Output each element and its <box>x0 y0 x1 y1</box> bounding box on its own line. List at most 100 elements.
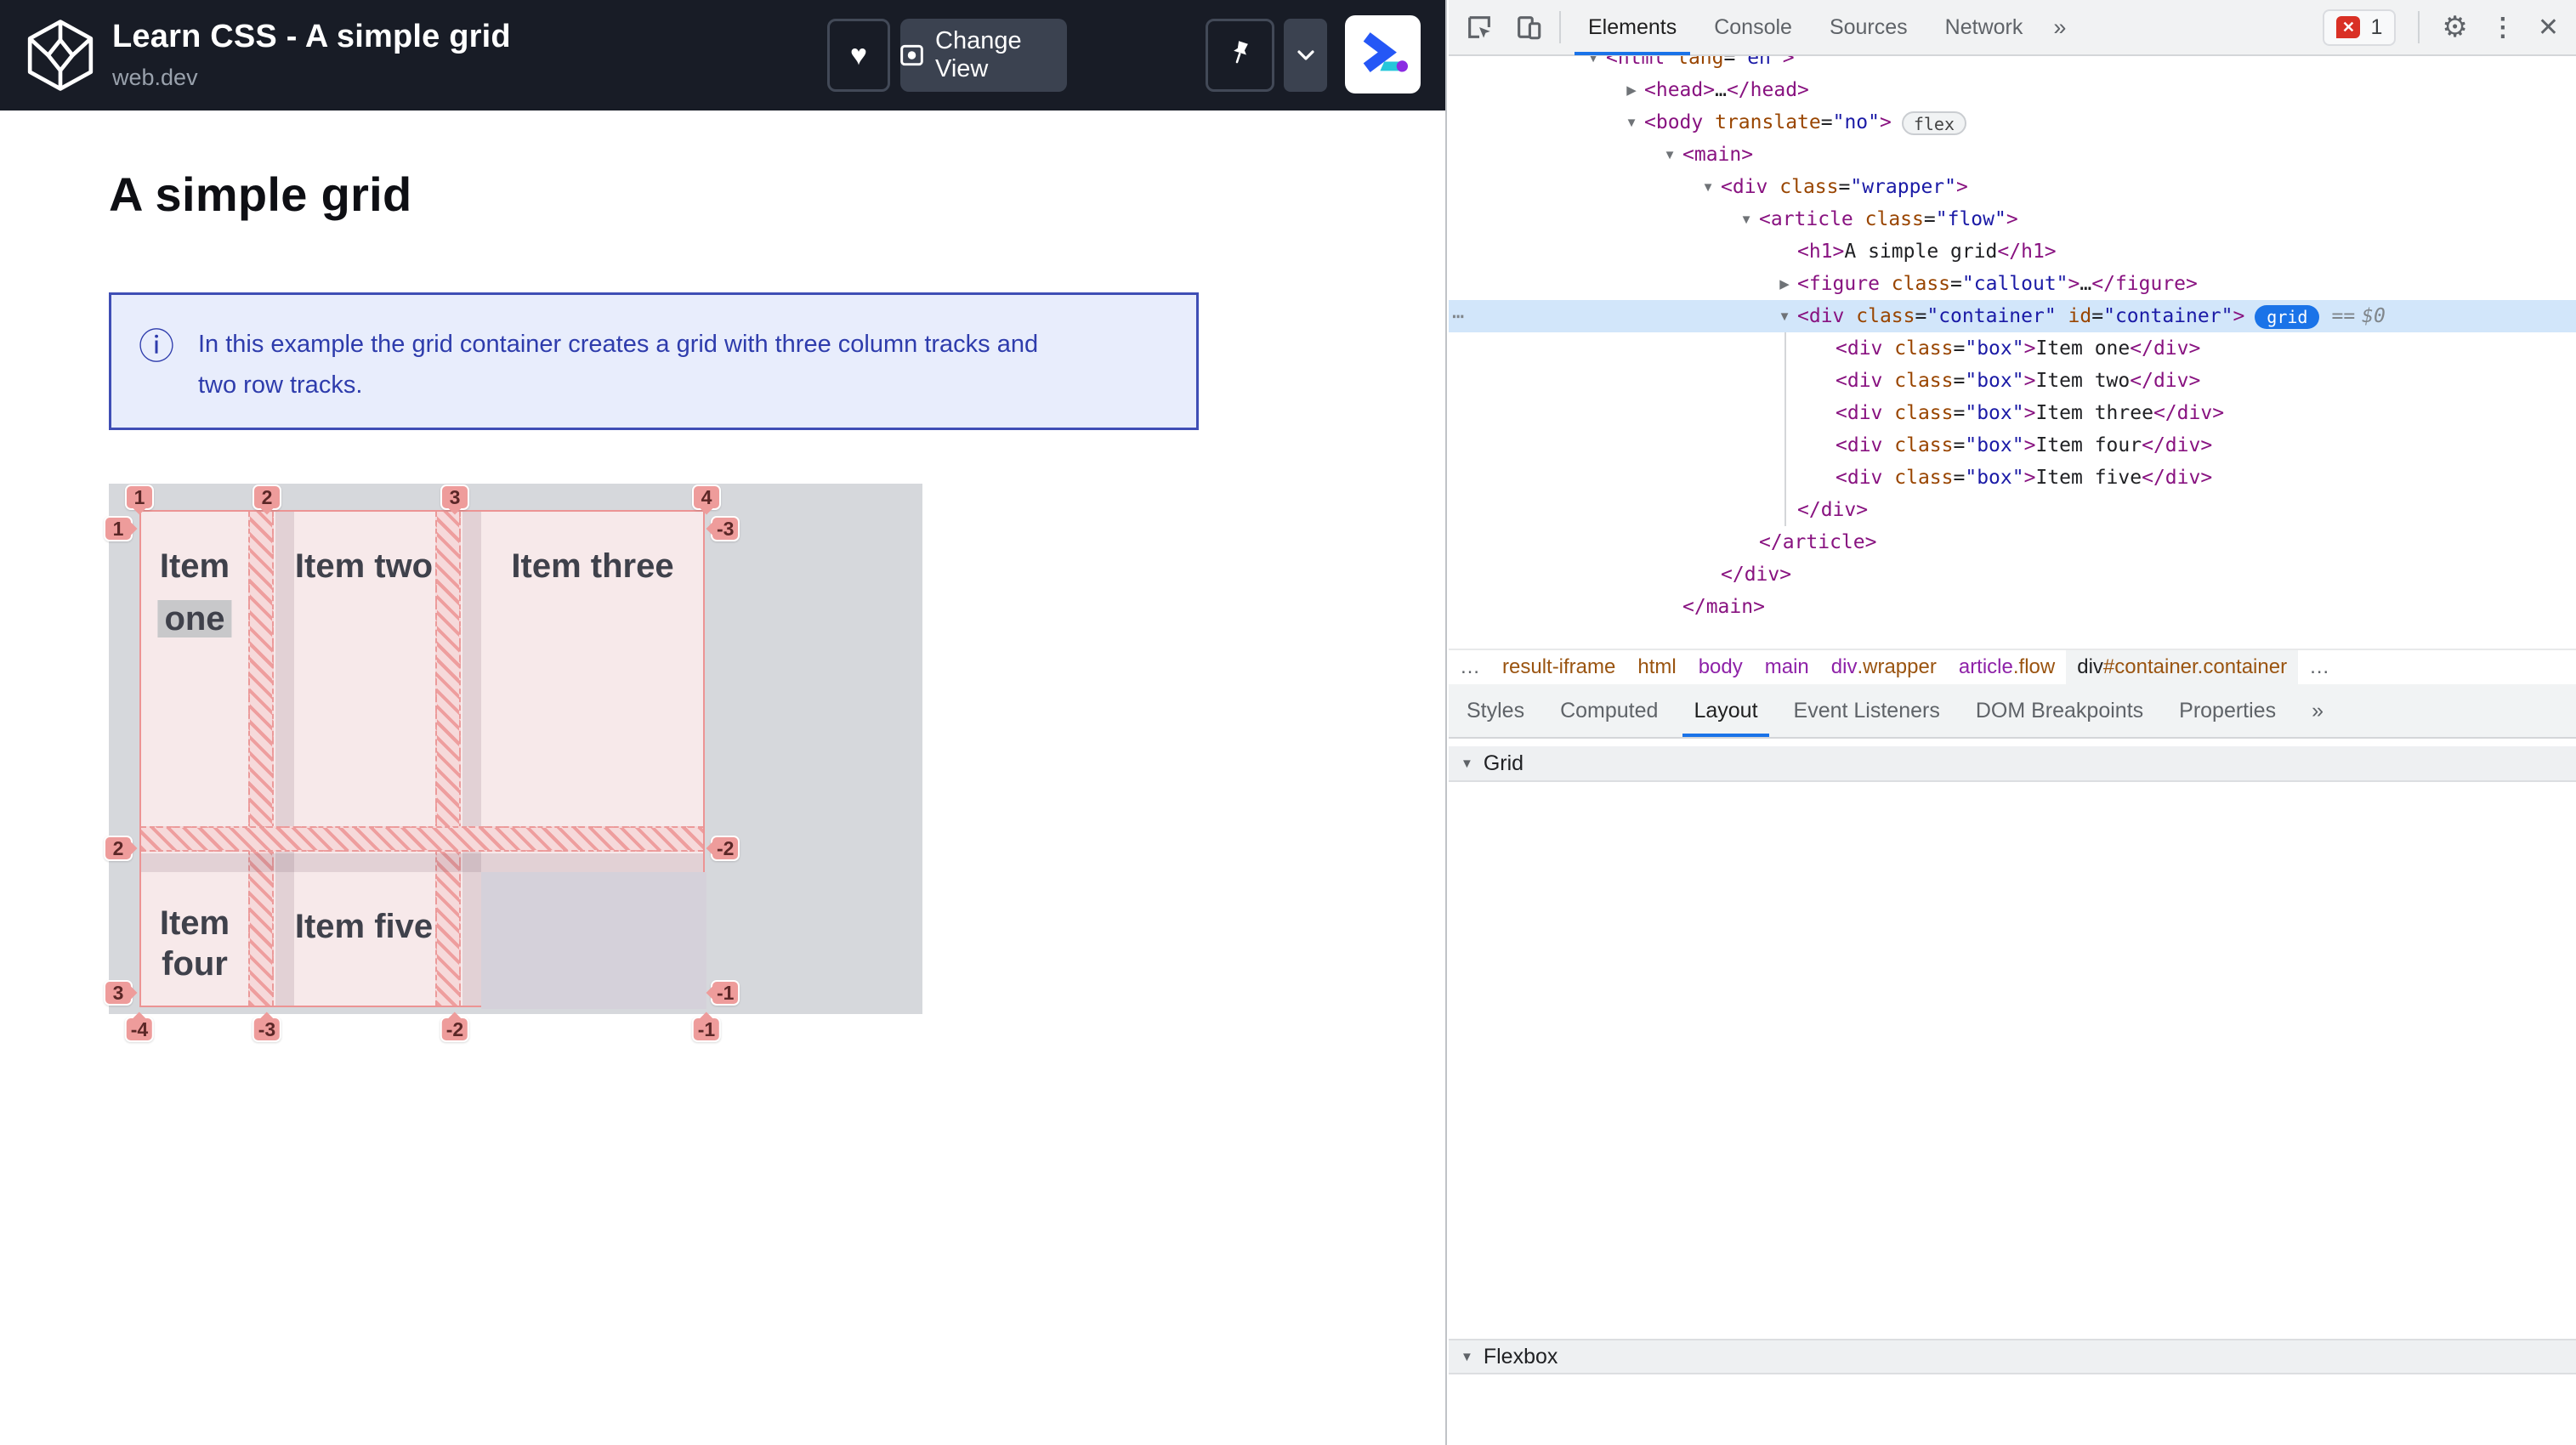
breadcrumb-overflow-icon[interactable]: … <box>1449 650 1491 684</box>
sidebar-more-tabs-icon[interactable]: » <box>2294 684 2341 737</box>
sandbox-logo-button[interactable] <box>1345 15 1421 94</box>
grid-line-badge-right: -1 <box>706 980 740 1006</box>
expand-arrow-open-icon[interactable]: ▼ <box>1619 107 1644 139</box>
dom-tree-row[interactable]: </main> <box>1449 591 2576 623</box>
grid-line-badge-bottom: -1 <box>691 1012 722 1042</box>
result-iframe-area: Item one Item two Item three Item four I… <box>104 484 922 1042</box>
error-icon: ✕ <box>2336 16 2361 38</box>
change-view-button[interactable]: Change View <box>900 19 1067 92</box>
expand-arrow-closed-icon[interactable]: ▶ <box>1619 75 1644 107</box>
grid-line-badge-right: -2 <box>706 836 740 861</box>
equals-sign: == <box>2331 305 2356 327</box>
column-gap-hatch <box>248 512 274 1006</box>
console-error-badge[interactable]: ✕ 1 <box>2323 8 2397 46</box>
device-toolbar-icon[interactable] <box>1512 10 1546 44</box>
grid-line-badge-bottom: -3 <box>252 1012 282 1042</box>
grid-badge[interactable]: grid <box>2255 304 2320 329</box>
expand-arrow-open-icon[interactable]: ▼ <box>1733 204 1759 236</box>
pin-button[interactable] <box>1206 19 1274 92</box>
dom-tree-row[interactable]: <div class="box">Item four</div> <box>1449 429 2576 462</box>
breadcrumb-item[interactable]: body <box>1688 650 1754 684</box>
grid-item-one-line1: Item <box>159 547 230 585</box>
sidebar-tab-layout[interactable]: Layout <box>1676 684 1775 737</box>
flex-badge[interactable]: flex <box>1901 110 1967 135</box>
webdev-learn-css-logo <box>27 20 94 91</box>
grid-line-badge-top: 4 <box>692 484 721 515</box>
change-view-label: Change View <box>935 27 1022 82</box>
dom-tree-row[interactable]: ▼ <body translate="no"> flex <box>1449 106 2576 139</box>
elements-sidebar-tabs: Styles Computed Layout Event Listeners DOM B… <box>1449 684 2576 739</box>
breadcrumb-item[interactable]: html <box>1626 650 1687 684</box>
expand-arrow-closed-icon[interactable]: ▶ <box>1772 269 1797 301</box>
devtools-toolbar: Elements Console Sources Network » ✕ 1 ⚙ ⋮ … <box>1449 0 2576 56</box>
breadcrumb-item[interactable]: main <box>1754 650 1820 684</box>
dom-tree-row[interactable]: ▼ <article class="flow"> <box>1449 203 2576 235</box>
dom-tree-row[interactable]: <h1>A simple grid</h1> <box>1449 235 2576 268</box>
breadcrumb-item[interactable]: div .wrapper <box>1820 650 1948 684</box>
pin-icon <box>1233 41 1248 64</box>
dom-tree-row[interactable]: ▶ <head>…</head> <box>1449 74 2576 106</box>
inspect-element-icon[interactable] <box>1462 10 1496 44</box>
column-gap-hatch <box>435 512 461 1006</box>
close-devtools-icon[interactable]: ✕ <box>2538 13 2559 42</box>
flexbox-section-header[interactable]: ▼ Flexbox <box>1449 1339 2576 1374</box>
tree-indent-guide <box>1784 332 1786 526</box>
expand-arrow-open-icon[interactable]: ▼ <box>1657 139 1682 172</box>
devtools-tab-sources[interactable]: Sources <box>1811 0 1926 55</box>
article-heading: A simple grid <box>109 167 412 221</box>
sidebar-tab-computed[interactable]: Computed <box>1542 684 1676 737</box>
dom-tree-row[interactable]: <div class="box">Item one</div> <box>1449 332 2576 365</box>
settings-gear-icon[interactable]: ⚙ <box>2442 10 2467 44</box>
dom-tree-row[interactable]: <div class="box">Item two</div> <box>1449 365 2576 397</box>
dom-tree-row[interactable]: </div> <box>1449 558 2576 591</box>
grid-section-header[interactable]: ▼ Grid <box>1449 746 2576 782</box>
grid-line-badge-top: 3 <box>440 484 469 515</box>
site-header: Learn CSS - A simple grid web.dev ♥ Chan… <box>0 0 1445 110</box>
breadcrumb-overflow-icon[interactable]: … <box>2298 650 2341 684</box>
grid-item-four-line1: Item <box>159 904 230 942</box>
dom-tree-row[interactable]: <div class="box">Item three</div> <box>1449 397 2576 429</box>
sidebar-tab-styles[interactable]: Styles <box>1449 684 1542 737</box>
devtools-tabs: Elements Console Sources Network <box>1569 0 2041 55</box>
chevron-down-icon: ▼ <box>1461 756 1473 771</box>
page-pane: Learn CSS - A simple grid web.dev ♥ Chan… <box>0 0 1445 1445</box>
dom-tree-row[interactable]: </div> <box>1449 494 2576 526</box>
devtools-tab-network[interactable]: Network <box>1926 0 2042 55</box>
devtools-tab-elements[interactable]: Elements <box>1569 0 1695 55</box>
callout-text-line1: In this example the grid container creat… <box>198 331 1039 358</box>
elements-dom-tree: ▼ <html lang="en"> ▶ <head>…</head> ▼ <body t… <box>1449 0 2576 647</box>
dom-tree-row[interactable]: </article> <box>1449 526 2576 558</box>
site-domain[interactable]: web.dev <box>112 65 198 91</box>
dropdown-toggle-button[interactable] <box>1284 19 1327 92</box>
more-tabs-icon[interactable]: » <box>2041 14 2078 41</box>
sidebar-tab-dom-breakpoints[interactable]: DOM Breakpoints <box>1958 684 2161 737</box>
row-overflow-handle[interactable]: ⋯ <box>1452 300 1464 332</box>
favorite-button[interactable]: ♥ <box>827 19 890 92</box>
column-gap-shade <box>275 512 294 1006</box>
column-gap-shade <box>462 512 481 1006</box>
sidebar-tab-event-listeners[interactable]: Event Listeners <box>1776 684 1958 737</box>
dom-tree-row[interactable]: ▼ <main> <box>1449 139 2576 171</box>
expand-arrow-open-icon[interactable]: ▼ <box>1695 172 1721 204</box>
devtools-tab-console[interactable]: Console <box>1695 0 1811 55</box>
error-count: 1 <box>2370 14 2383 39</box>
heart-icon: ♥ <box>849 38 868 71</box>
row-gap-shade <box>141 853 703 872</box>
dom-tree-row-selected[interactable]: ⋯ ▼ <div class="container" id="container">… <box>1449 300 2576 332</box>
breadcrumb-item[interactable]: article .flow <box>1948 650 2066 684</box>
grid-line-badge-top: 2 <box>252 484 281 515</box>
breadcrumb-item[interactable]: result-iframe <box>1491 650 1626 684</box>
breadcrumb-item[interactable]: div #container.container <box>2066 650 2299 684</box>
toolbar-divider <box>1559 11 1561 43</box>
dom-tree-row[interactable]: ▶ <figure class="callout">…</figure> <box>1449 268 2576 300</box>
chevron-down-icon <box>1297 50 1314 60</box>
info-icon: ⓘ <box>139 326 175 366</box>
kebab-menu-icon[interactable]: ⋮ <box>2490 13 2516 42</box>
grid-item-three: Item three <box>511 547 674 585</box>
chevron-down-icon: ▼ <box>1461 1349 1473 1364</box>
sidebar-tab-properties[interactable]: Properties <box>2161 684 2294 737</box>
expand-arrow-open-icon[interactable]: ▼ <box>1772 301 1797 333</box>
dom-breadcrumb: … result-iframe html body main div .wrapper art… <box>1449 649 2576 684</box>
dom-tree-row[interactable]: <div class="box">Item five</div> <box>1449 462 2576 494</box>
dom-tree-row[interactable]: ▼ <div class="wrapper"> <box>1449 171 2576 203</box>
